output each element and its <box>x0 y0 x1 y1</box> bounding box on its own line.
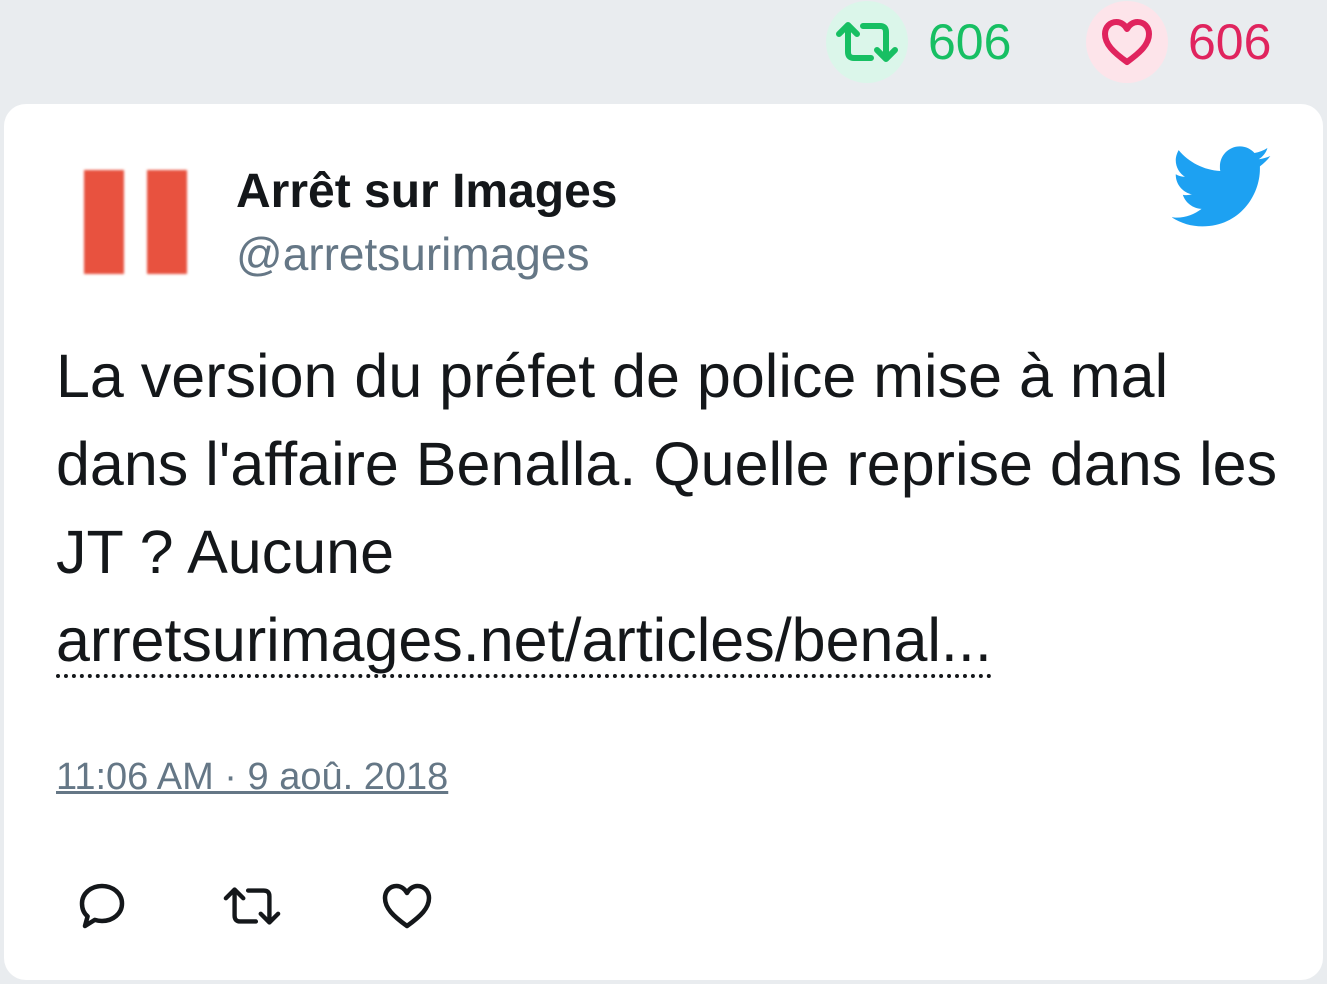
retweet-stat[interactable]: 606 <box>826 0 1011 84</box>
engagement-stats: 606 606 <box>0 0 1327 100</box>
tweet-card: Arrêt sur Images @arretsurimages La vers… <box>4 104 1323 980</box>
avatar-logo-bar-right <box>147 170 187 274</box>
reply-icon <box>79 883 125 929</box>
retweet-icon <box>223 887 281 925</box>
retweet-count: 606 <box>928 14 1012 70</box>
tweet-text: La version du préfet de police mise à ma… <box>56 332 1286 684</box>
like-button[interactable] <box>377 876 437 936</box>
retweet-button[interactable] <box>222 876 282 936</box>
like-stat-circle <box>1086 1 1168 83</box>
retweet-icon <box>836 22 898 62</box>
like-count: 606 <box>1188 14 1272 70</box>
author-handle[interactable]: @arretsurimages <box>236 227 589 281</box>
tweet-timestamp[interactable]: 11:06 AM · 9 aoû. 2018 <box>56 756 448 799</box>
avatar-logo-bar-left <box>84 170 124 274</box>
tweet-body: La version du préfet de police mise à ma… <box>56 342 1278 586</box>
retweet-stat-circle <box>826 1 908 83</box>
tweet-embed-page: 606 606 Arrêt sur Images @arretsurimages… <box>0 0 1327 984</box>
author-name[interactable]: Arrêt sur Images <box>236 164 618 219</box>
heart-icon <box>1102 19 1152 65</box>
avatar[interactable] <box>76 160 206 290</box>
like-icon <box>382 883 432 929</box>
tweet-link[interactable]: arretsurimages.net/articles/benal... <box>56 606 992 678</box>
twitter-bird-icon[interactable] <box>1172 146 1272 228</box>
reply-button[interactable] <box>72 876 132 936</box>
like-stat[interactable]: 606 <box>1086 0 1271 84</box>
